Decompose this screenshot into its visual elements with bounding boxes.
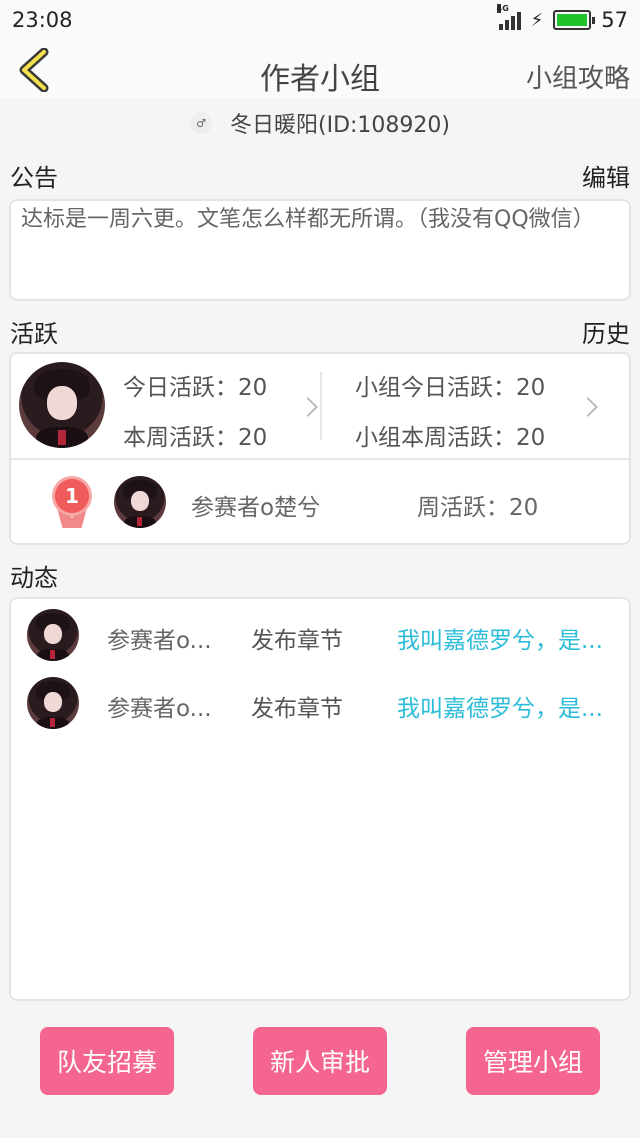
dynamic-author: 参赛者o... <box>107 696 212 722</box>
activity-card: 今日活跃：20 本周活跃：20 小组今日活跃：20 小组本周活跃：20 1 参赛… <box>9 352 631 545</box>
activity-header: 活跃 历史 <box>10 314 630 349</box>
rank-weekly-activity: 周活跃：20 <box>417 495 539 521</box>
avatar <box>27 609 79 661</box>
activity-heading: 活跃 <box>10 320 58 348</box>
rank-number: 1 <box>52 476 92 516</box>
dynamics-heading: 动态 <box>10 564 58 592</box>
chevron-right-icon <box>578 397 598 417</box>
personal-activity-link[interactable]: 今日活跃：20 本周活跃：20 <box>111 354 321 458</box>
chevron-right-icon <box>298 397 318 417</box>
dynamic-action: 发布章节 <box>251 696 343 722</box>
list-item[interactable]: 参赛者o... 发布章节 我叫嘉德罗兮，是... <box>11 673 629 733</box>
dynamics-header: 动态 <box>10 558 630 593</box>
history-button[interactable]: 历史 <box>582 314 630 349</box>
avatar <box>19 362 105 448</box>
dynamic-title-link[interactable]: 我叫嘉德罗兮，是... <box>397 621 617 655</box>
charging-icon: ⚡ <box>530 9 544 31</box>
dynamics-card: 参赛者o... 发布章节 我叫嘉德罗兮，是... 参赛者o... 发布章节 我叫… <box>9 597 631 1001</box>
avatar <box>114 476 166 528</box>
avatar <box>27 677 79 729</box>
list-item[interactable]: 参赛者o... 发布章节 我叫嘉德罗兮，是... <box>11 605 629 665</box>
nav-bar: 作者小组 小组攻略 <box>0 40 640 98</box>
group-guide-link[interactable]: 小组攻略 <box>526 58 630 95</box>
battery-level: 57 <box>601 8 628 32</box>
dynamic-author: 参赛者o... <box>107 628 212 654</box>
rank-medal-icon: 1 <box>52 476 92 528</box>
rank-row[interactable]: 1 参赛者o楚兮 周活跃：20 <box>11 460 629 544</box>
manage-group-button[interactable]: 管理小组 <box>466 1027 600 1095</box>
notice-heading: 公告 <box>10 164 58 192</box>
notice-header: 公告 编辑 <box>10 158 630 193</box>
battery-icon <box>553 10 596 30</box>
network-label: 4G <box>496 4 509 13</box>
notice-card: 达标是一周六更。文笔怎么样都无所谓。（我没有QQ微信） <box>9 199 631 301</box>
signal-icon: 4G <box>496 4 521 30</box>
rank-member-name: 参赛者o楚兮 <box>191 495 321 521</box>
divider <box>320 372 322 440</box>
recruit-teammates-button[interactable]: 队友招募 <box>40 1027 174 1095</box>
author-name: 冬日暖阳(ID:108920) <box>230 113 450 138</box>
dynamic-action: 发布章节 <box>251 628 343 654</box>
status-icons: 4G ⚡ 57 <box>496 4 628 32</box>
group-week-activity: 小组本周活跃：20 <box>355 425 546 451</box>
dynamic-title-link[interactable]: 我叫嘉德罗兮，是... <box>397 689 617 723</box>
notice-text: 达标是一周六更。文笔怎么样都无所谓。（我没有QQ微信） <box>21 207 595 232</box>
gender-icon: ♂ <box>190 112 212 134</box>
group-today-activity: 小组今日活跃：20 <box>355 375 546 401</box>
author-info: ♂ 冬日暖阳(ID:108920) <box>0 98 640 148</box>
approve-newcomers-button[interactable]: 新人审批 <box>253 1027 387 1095</box>
edit-notice-button[interactable]: 编辑 <box>582 158 630 193</box>
status-bar: 23:08 4G ⚡ 57 <box>0 0 640 40</box>
group-activity-link[interactable]: 小组今日活跃：20 小组本周活跃：20 <box>341 354 631 458</box>
status-time: 23:08 <box>12 8 73 32</box>
week-activity: 本周活跃：20 <box>123 425 268 451</box>
today-activity: 今日活跃：20 <box>123 375 268 401</box>
